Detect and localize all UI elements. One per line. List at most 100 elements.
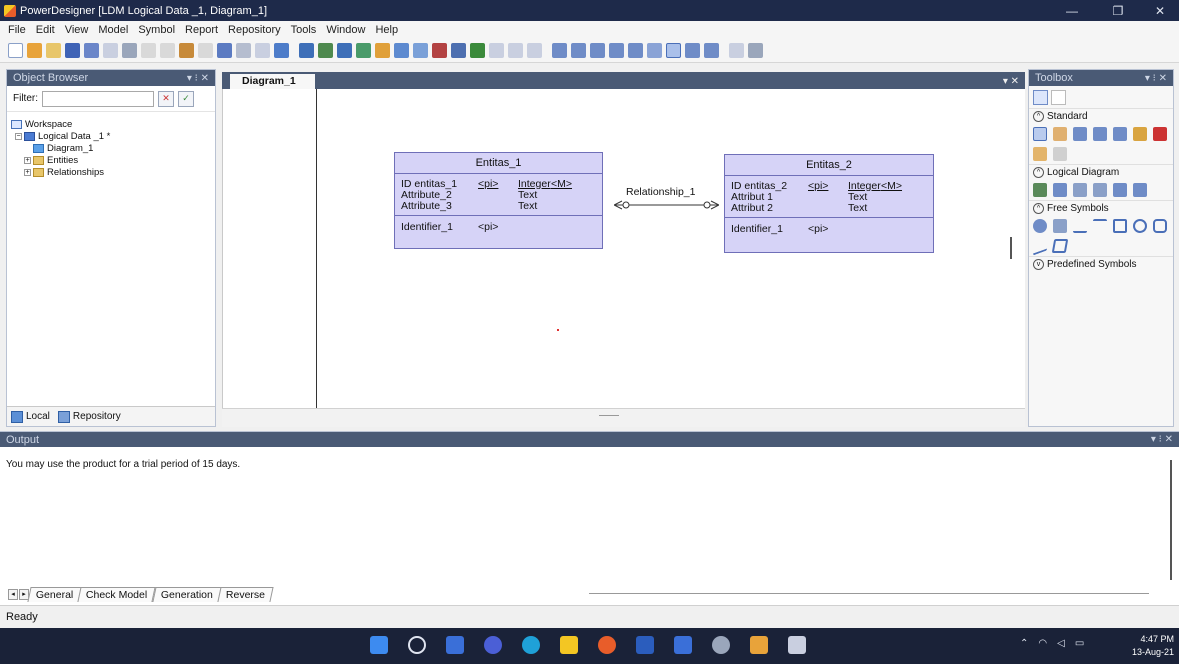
toolbox-section-standard[interactable]: ^ Standard — [1029, 108, 1173, 124]
tab-check-model[interactable]: Check Model — [77, 586, 157, 602]
powerdesigner-icon[interactable] — [750, 636, 768, 654]
wifi-icon[interactable]: ◠ — [1038, 638, 1047, 649]
tree-item-workspace[interactable]: Workspace — [11, 118, 211, 130]
chrome-icon[interactable] — [598, 636, 616, 654]
pointer-icon[interactable] — [1033, 127, 1047, 141]
entity-entitas-1[interactable]: Entitas_1 ID entitas_1 <pi> Integer <M> … — [394, 152, 603, 249]
ellipse-icon[interactable] — [1133, 219, 1147, 233]
output-window-icon[interactable] — [685, 43, 700, 58]
relationship-icon[interactable] — [1073, 183, 1087, 197]
tab-general[interactable]: General — [27, 586, 82, 602]
minimize-button[interactable]: — — [1049, 0, 1095, 21]
properties-icon[interactable] — [1133, 127, 1147, 141]
pencil-icon[interactable] — [432, 43, 447, 58]
tree-item-relationships[interactable]: + Relationships — [11, 166, 211, 178]
zoom-in-icon[interactable] — [571, 43, 586, 58]
new-icon[interactable] — [8, 43, 23, 58]
tab-reverse[interactable]: Reverse — [216, 586, 274, 602]
relationship-label[interactable]: Relationship_1 — [625, 186, 697, 198]
polyline-icon[interactable] — [1033, 236, 1047, 256]
edge-icon[interactable] — [522, 636, 540, 654]
notepad-icon[interactable] — [788, 636, 806, 654]
report-icon[interactable] — [413, 43, 428, 58]
visio-icon[interactable] — [674, 636, 692, 654]
chat-icon[interactable] — [484, 636, 502, 654]
panel-controls[interactable]: ▾ ⁝ ✕ — [187, 73, 209, 84]
panel-controls[interactable]: ▾ ⁝ ✕ — [1151, 434, 1173, 445]
expand-icon[interactable]: + — [24, 156, 31, 164]
polygon-icon[interactable] — [1051, 239, 1069, 253]
list-view-icon[interactable] — [1051, 89, 1066, 105]
arc-icon[interactable] — [1093, 219, 1107, 233]
scroll-left-icon[interactable]: ◂ — [8, 588, 18, 600]
menu-help[interactable]: Help — [375, 24, 398, 36]
line-icon[interactable] — [1073, 219, 1087, 233]
expand-icon[interactable]: + — [24, 168, 31, 176]
zoom-window-icon[interactable] — [552, 43, 567, 58]
menu-edit[interactable]: Edit — [36, 24, 55, 36]
association-link-icon[interactable] — [1133, 183, 1147, 197]
output-scrollbar[interactable] — [1170, 460, 1172, 580]
relationship-line[interactable] — [614, 200, 719, 210]
package-icon[interactable] — [1033, 183, 1047, 197]
generate-icon[interactable] — [318, 43, 333, 58]
print-icon[interactable] — [748, 43, 763, 58]
filter-input[interactable] — [42, 90, 154, 107]
scroll-grip[interactable] — [599, 415, 619, 416]
link-icon[interactable] — [508, 43, 523, 58]
cut-icon[interactable] — [141, 43, 156, 58]
delete-icon[interactable] — [198, 43, 213, 58]
tab-local[interactable]: Local — [11, 410, 50, 423]
link-icon[interactable] — [1053, 147, 1067, 161]
rectangle-icon[interactable] — [1113, 219, 1127, 233]
search-icon[interactable] — [408, 636, 426, 654]
refresh-icon[interactable] — [274, 43, 289, 58]
zoom-in-icon[interactable] — [1073, 127, 1087, 141]
tree-item-model[interactable]: − Logical Data _1 * — [11, 130, 211, 142]
menu-file[interactable]: File — [8, 24, 26, 36]
start-icon[interactable] — [370, 636, 388, 654]
title-box-icon[interactable] — [1053, 219, 1067, 233]
battery-icon[interactable]: ▭ — [1075, 638, 1084, 649]
menu-repository[interactable]: Repository — [228, 24, 281, 36]
file-explorer-icon[interactable] — [560, 636, 578, 654]
association-icon[interactable] — [1113, 183, 1127, 197]
icon-view-icon[interactable] — [1033, 89, 1048, 105]
close-button[interactable]: ✕ — [1141, 0, 1179, 21]
redo-icon[interactable] — [236, 43, 251, 58]
arrow-icon[interactable] — [527, 43, 542, 58]
paste-icon[interactable] — [179, 43, 194, 58]
print-icon[interactable] — [122, 43, 137, 58]
save-all-icon[interactable] — [84, 43, 99, 58]
save-icon[interactable] — [65, 43, 80, 58]
toolbox-section-logical-diagram[interactable]: ^ Logical Diagram — [1029, 164, 1173, 180]
undo-icon[interactable] — [217, 43, 232, 58]
print-preview-icon[interactable] — [103, 43, 118, 58]
new-model-icon[interactable] — [27, 43, 42, 58]
menu-tools[interactable]: Tools — [291, 24, 317, 36]
panel-controls[interactable]: ▾ ⁝ ✕ — [1145, 73, 1167, 84]
delete-icon[interactable] — [1153, 127, 1167, 141]
tab-generation[interactable]: Generation — [152, 586, 222, 602]
collapse-icon[interactable]: − — [15, 132, 22, 140]
reverse-icon[interactable] — [337, 43, 352, 58]
entity-entitas-2[interactable]: Entitas_2 ID entitas_2 <pi> Integer <M> … — [724, 154, 934, 253]
restore-button[interactable]: ❐ — [1095, 0, 1141, 21]
menu-symbol[interactable]: Symbol — [138, 24, 175, 36]
clock[interactable]: 4:47 PM 13-Aug-21 — [1132, 633, 1174, 659]
inheritance-icon[interactable] — [1093, 183, 1107, 197]
entity-icon[interactable] — [1053, 183, 1067, 197]
zoom-out-icon[interactable] — [590, 43, 605, 58]
clear-filter-icon[interactable]: ✕ — [158, 90, 174, 107]
menu-view[interactable]: View — [65, 24, 89, 36]
zoom-page-icon[interactable] — [609, 43, 624, 58]
open-package-icon[interactable] — [1113, 127, 1127, 141]
grabber-icon[interactable] — [1053, 127, 1067, 141]
rounded-rectangle-icon[interactable] — [1153, 219, 1167, 233]
properties-icon[interactable] — [255, 43, 270, 58]
print-preview-icon[interactable] — [729, 43, 744, 58]
grid-icon[interactable] — [666, 43, 681, 58]
impact-icon[interactable] — [394, 43, 409, 58]
output-horizontal-scrollbar[interactable] — [589, 593, 1149, 594]
toolbox-section-free-symbols[interactable]: ^ Free Symbols — [1029, 200, 1173, 216]
